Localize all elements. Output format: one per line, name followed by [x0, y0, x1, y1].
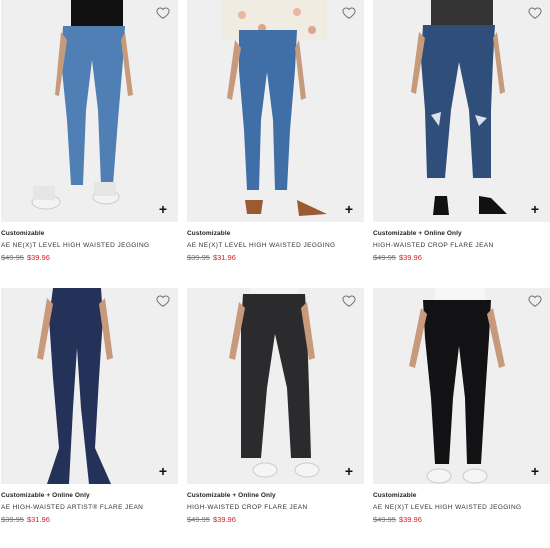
product-image[interactable]: + [187, 288, 364, 484]
product-card[interactable]: + Customizable AE Ne(x)t Level High Wais… [187, 0, 364, 264]
product-card[interactable]: + Customizable + Online Only High-Waiste… [373, 0, 550, 264]
plus-icon[interactable]: + [528, 464, 542, 478]
product-badge: Customizable [187, 230, 231, 237]
original-price: $39.95 [187, 253, 210, 262]
plus-icon[interactable]: + [342, 202, 356, 216]
product-image[interactable]: + [1, 288, 178, 484]
product-badge: Customizable + Online Only [1, 492, 90, 499]
heart-outline-icon[interactable] [528, 294, 542, 308]
original-price: $49.95 [1, 253, 24, 262]
product-badge: Customizable + Online Only [187, 492, 276, 499]
heart-outline-icon[interactable] [156, 6, 170, 20]
product-name[interactable]: AE Ne(x)t Level High Waisted Jegging [187, 240, 364, 251]
plus-icon[interactable]: + [528, 202, 542, 216]
product-name[interactable]: AE Ne(x)t Level High Waisted Jegging [373, 502, 550, 513]
plus-icon[interactable]: + [156, 464, 170, 478]
sale-price: $39.96 [398, 253, 422, 262]
product-image[interactable]: + [1, 0, 178, 222]
product-name[interactable]: AE Ne(x)t Level High Waisted Jegging [1, 240, 178, 251]
product-grid: + Customizable AE Ne(x)t Level High Wais… [0, 0, 550, 548]
sale-price: $39.96 [212, 515, 236, 524]
original-price: $49.95 [373, 515, 396, 524]
product-badge: Customizable + Online Only [373, 230, 462, 237]
product-name[interactable]: High-Waisted Crop Flare Jean [187, 502, 364, 513]
heart-outline-icon[interactable] [342, 6, 356, 20]
product-name[interactable]: AE High-Waisted Artist® Flare Jean [1, 502, 178, 513]
product-name[interactable]: High-Waisted Crop Flare Jean [373, 240, 550, 251]
product-card[interactable]: + Customizable + Online Only AE High-Wai… [1, 288, 178, 526]
sale-price: $39.96 [26, 253, 50, 262]
heart-outline-icon[interactable] [156, 294, 170, 308]
sale-price: $31.96 [26, 515, 50, 524]
sale-price: $39.96 [398, 515, 422, 524]
original-price: $49.95 [187, 515, 210, 524]
product-badge: Customizable [373, 492, 417, 499]
plus-icon[interactable]: + [156, 202, 170, 216]
product-image[interactable]: + [373, 0, 550, 222]
product-card[interactable]: + Customizable AE Ne(x)t Level High Wais… [1, 0, 178, 264]
original-price: $49.95 [373, 253, 396, 262]
heart-outline-icon[interactable] [342, 294, 356, 308]
plus-icon[interactable]: + [342, 464, 356, 478]
original-price: $39.95 [1, 515, 24, 524]
heart-outline-icon[interactable] [528, 6, 542, 20]
sale-price: $31.96 [212, 253, 236, 262]
product-card[interactable]: + Customizable + Online Only High-Waiste… [187, 288, 364, 526]
product-image[interactable]: + [187, 0, 364, 222]
product-card[interactable]: + Customizable AE Ne(x)t Level High Wais… [373, 288, 550, 526]
product-badge: Customizable [1, 230, 45, 237]
product-image[interactable]: + [373, 288, 550, 484]
